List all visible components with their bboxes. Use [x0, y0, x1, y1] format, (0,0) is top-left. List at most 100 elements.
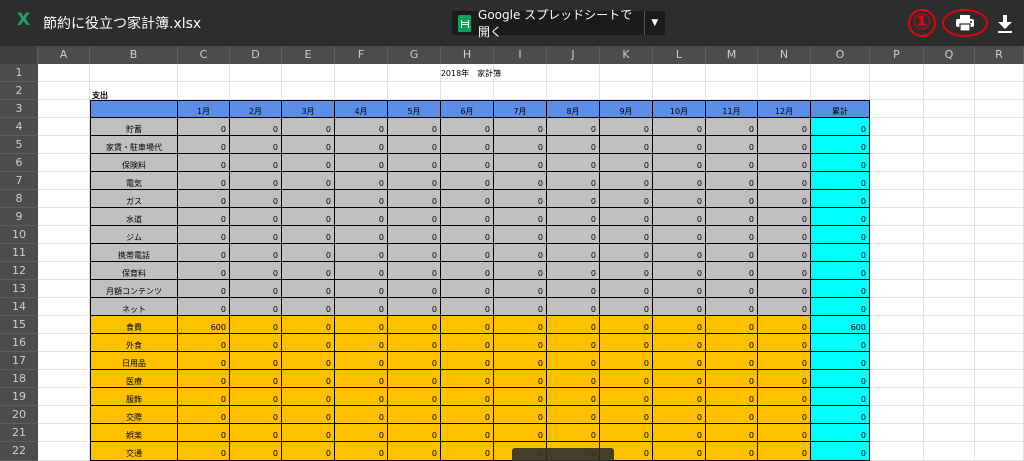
month-value[interactable]: 0 — [441, 280, 494, 298]
month-value[interactable]: 0 — [706, 352, 758, 370]
month-value[interactable]: 0 — [600, 370, 653, 388]
month-value[interactable]: 0 — [706, 154, 758, 172]
grid-cell[interactable] — [870, 118, 924, 136]
grid-cell[interactable] — [924, 64, 975, 82]
grid-cell[interactable] — [870, 280, 924, 298]
row-header-8[interactable]: 8 — [0, 190, 38, 208]
grid-cell[interactable] — [870, 424, 924, 442]
month-value[interactable]: 0 — [282, 298, 335, 316]
grid-cell[interactable] — [870, 388, 924, 406]
month-value[interactable]: 0 — [335, 298, 388, 316]
month-value[interactable]: 0 — [494, 388, 547, 406]
grid-cell[interactable] — [38, 316, 90, 334]
month-value[interactable]: 0 — [388, 154, 441, 172]
month-value[interactable]: 0 — [282, 316, 335, 334]
grid-cell[interactable] — [547, 82, 600, 100]
grid-cell[interactable] — [975, 244, 1024, 262]
total-value[interactable]: 0 — [811, 118, 870, 136]
grid-cell[interactable] — [178, 82, 230, 100]
total-value[interactable]: 0 — [811, 352, 870, 370]
month-value[interactable]: 0 — [600, 154, 653, 172]
row-header-14[interactable]: 14 — [0, 298, 38, 316]
grid-cell[interactable] — [38, 100, 90, 118]
column-header-d[interactable]: D — [230, 46, 282, 64]
month-value[interactable]: 0 — [178, 334, 230, 352]
month-value[interactable]: 0 — [494, 280, 547, 298]
grid-cell[interactable] — [924, 370, 975, 388]
grid-cell[interactable] — [975, 172, 1024, 190]
grid-cell[interactable] — [38, 280, 90, 298]
grid-cell[interactable] — [494, 82, 547, 100]
month-value[interactable]: 0 — [547, 388, 600, 406]
month-value[interactable]: 0 — [335, 118, 388, 136]
month-value[interactable]: 0 — [388, 298, 441, 316]
grid-cell[interactable] — [975, 118, 1024, 136]
month-value[interactable]: 0 — [706, 172, 758, 190]
grid-cell[interactable] — [924, 172, 975, 190]
grid-cell[interactable] — [600, 64, 653, 82]
total-value[interactable]: 0 — [811, 208, 870, 226]
column-header-m[interactable]: M — [706, 46, 758, 64]
column-header-k[interactable]: K — [600, 46, 653, 64]
month-value[interactable]: 0 — [388, 280, 441, 298]
grid-cell[interactable] — [975, 208, 1024, 226]
grid-cell[interactable] — [975, 82, 1024, 100]
month-value[interactable]: 0 — [653, 388, 706, 406]
month-value[interactable]: 0 — [282, 388, 335, 406]
month-value[interactable]: 0 — [494, 352, 547, 370]
row-header-15[interactable]: 15 — [0, 316, 38, 334]
month-value[interactable]: 0 — [335, 442, 388, 461]
grid-cell[interactable] — [38, 190, 90, 208]
grid-cell[interactable] — [924, 82, 975, 100]
month-value[interactable]: 0 — [230, 136, 282, 154]
month-value[interactable]: 0 — [388, 226, 441, 244]
month-value[interactable]: 0 — [230, 280, 282, 298]
chevron-down-icon[interactable]: ▼ — [645, 18, 665, 28]
month-value[interactable]: 0 — [547, 190, 600, 208]
grid-cell[interactable] — [975, 262, 1024, 280]
grid-cell[interactable] — [870, 208, 924, 226]
month-value[interactable]: 0 — [388, 190, 441, 208]
grid-cell[interactable] — [38, 334, 90, 352]
grid-cell[interactable] — [870, 406, 924, 424]
month-value[interactable]: 0 — [547, 136, 600, 154]
month-value[interactable]: 0 — [600, 262, 653, 280]
grid-cell[interactable] — [924, 442, 975, 461]
month-value[interactable]: 0 — [706, 280, 758, 298]
month-value[interactable]: 0 — [441, 370, 494, 388]
grid-cell[interactable] — [870, 172, 924, 190]
month-value[interactable]: 0 — [653, 118, 706, 136]
grid-cell[interactable] — [924, 262, 975, 280]
month-value[interactable]: 0 — [230, 442, 282, 461]
grid-cell[interactable] — [38, 262, 90, 280]
month-value[interactable]: 0 — [758, 226, 811, 244]
month-value[interactable]: 0 — [706, 298, 758, 316]
month-value[interactable]: 0 — [653, 226, 706, 244]
grid-cell[interactable] — [230, 82, 282, 100]
grid-cell[interactable] — [924, 100, 975, 118]
month-value[interactable]: 0 — [230, 388, 282, 406]
total-value[interactable]: 0 — [811, 388, 870, 406]
column-header-c[interactable]: C — [178, 46, 230, 64]
month-value[interactable]: 0 — [388, 334, 441, 352]
month-value[interactable]: 0 — [335, 352, 388, 370]
total-value[interactable]: 0 — [811, 298, 870, 316]
month-value[interactable]: 0 — [758, 244, 811, 262]
row-header-9[interactable]: 9 — [0, 208, 38, 226]
month-value[interactable]: 0 — [706, 118, 758, 136]
grid-cell[interactable] — [335, 82, 388, 100]
month-value[interactable]: 0 — [441, 298, 494, 316]
month-value[interactable]: 0 — [494, 316, 547, 334]
row-header-17[interactable]: 17 — [0, 352, 38, 370]
month-value[interactable]: 0 — [230, 208, 282, 226]
grid-cell[interactable] — [38, 172, 90, 190]
month-value[interactable]: 0 — [494, 424, 547, 442]
total-value[interactable]: 600 — [811, 316, 870, 334]
month-value[interactable]: 0 — [388, 136, 441, 154]
month-value[interactable]: 0 — [547, 406, 600, 424]
month-value[interactable]: 0 — [282, 208, 335, 226]
grid-cell[interactable] — [653, 82, 706, 100]
month-value[interactable]: 0 — [441, 154, 494, 172]
grid-cell[interactable] — [924, 226, 975, 244]
month-value[interactable]: 0 — [282, 262, 335, 280]
